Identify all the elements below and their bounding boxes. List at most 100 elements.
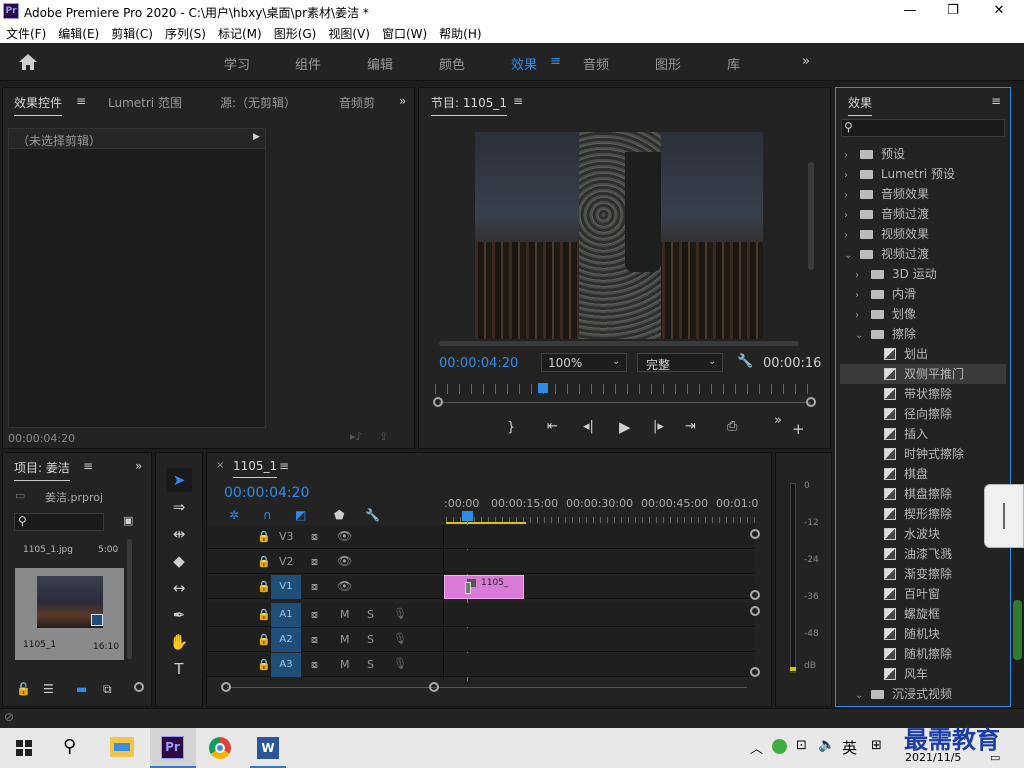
solo-button[interactable]: S xyxy=(367,658,374,671)
minimize-icon[interactable]: — xyxy=(895,3,925,18)
project-search-input[interactable]: ⚲ xyxy=(14,513,104,531)
step-forward-icon[interactable]: |▸ xyxy=(653,419,664,434)
program-zoom-handle-left[interactable] xyxy=(433,397,443,407)
menu-file[interactable]: 文件(F) xyxy=(0,23,52,44)
tab-lumetri-scopes[interactable]: Lumetri 范围 xyxy=(108,94,182,111)
tray-app-icon[interactable] xyxy=(772,739,787,754)
program-scrollbar[interactable] xyxy=(808,162,814,270)
effect-item[interactable]: 双侧平推门 xyxy=(840,364,1006,384)
step-back-icon[interactable]: ◂| xyxy=(583,419,594,434)
effect-item[interactable]: 螺旋框 xyxy=(840,604,1006,624)
chevron-right-icon[interactable]: › xyxy=(855,266,865,286)
chevron-down-icon[interactable]: ⌄ xyxy=(855,686,865,704)
type-tool-icon[interactable]: T xyxy=(166,657,192,681)
video-clip-1105[interactable]: 1105_ xyxy=(444,575,524,599)
effect-item[interactable]: › 音频效果 xyxy=(840,184,1006,204)
linked-selection-icon[interactable]: ∩ xyxy=(263,508,272,522)
workspace-menu-icon[interactable]: ≡ xyxy=(550,54,561,69)
track-v1-target[interactable]: V1 xyxy=(271,575,301,599)
effect-item[interactable]: 油漆飞溅 xyxy=(840,544,1006,564)
effect-item[interactable]: › 视频效果 xyxy=(840,224,1006,244)
quality-select[interactable]: 完整 ⌄ xyxy=(637,353,723,372)
effect-item[interactable]: › 音频过渡 xyxy=(840,204,1006,224)
razor-tool-icon[interactable]: ◆ xyxy=(166,549,192,573)
effect-item[interactable]: › 内滑 xyxy=(840,284,1006,304)
zoom-slider-handle[interactable] xyxy=(134,682,144,692)
volume-icon[interactable]: 🔈 xyxy=(818,737,835,753)
panel-menu-icon[interactable]: ≡ xyxy=(76,94,86,108)
project-scrollbar[interactable] xyxy=(127,539,132,659)
sequence-tab[interactable]: 1105_1 xyxy=(233,459,278,478)
search-icon[interactable]: ⚲ xyxy=(63,736,76,757)
effect-item[interactable]: 水波块 xyxy=(840,524,1006,544)
go-to-in-icon[interactable]: ⇤ xyxy=(547,419,558,434)
more-workspaces-icon[interactable]: » xyxy=(802,54,810,69)
menu-graphics[interactable]: 图形(G) xyxy=(268,23,323,44)
workspace-editing[interactable]: 编辑 xyxy=(367,54,393,73)
tab-source[interactable]: 源:（无剪辑） xyxy=(220,94,296,111)
network-icon[interactable]: ⊡ xyxy=(796,738,807,753)
mark-out-icon[interactable]: } xyxy=(507,420,515,435)
effect-item[interactable]: › 3D 运动 xyxy=(840,264,1006,284)
floating-widget[interactable] xyxy=(984,484,1024,548)
effect-item[interactable]: 楔形擦除 xyxy=(840,504,1006,524)
pen-tool-icon[interactable]: ✒ xyxy=(166,603,192,627)
effect-item[interactable]: 棋盘 xyxy=(840,464,1006,484)
v-zoom-handle-mid[interactable] xyxy=(750,590,760,600)
menu-clip[interactable]: 剪辑(C) xyxy=(105,23,159,44)
new-bin-icon[interactable]: ▣ xyxy=(123,514,133,527)
track-select-tool-icon[interactable]: ⇒ xyxy=(166,495,192,519)
effect-item[interactable]: ⌄ 沉浸式视频 xyxy=(840,684,1006,704)
chevron-down-icon[interactable]: ⌄ xyxy=(844,246,854,266)
effect-item[interactable]: › Lumetri 预设 xyxy=(840,164,1006,184)
notification-icon[interactable]: ▭ xyxy=(990,751,1000,764)
chevron-right-icon[interactable]: › xyxy=(855,306,865,326)
workspace-learn[interactable]: 学习 xyxy=(224,54,250,73)
play-icon[interactable]: ▶ xyxy=(619,418,631,436)
home-icon[interactable] xyxy=(18,53,38,71)
timeline-timecode[interactable]: 00:00:04:20 xyxy=(224,485,309,501)
effect-item[interactable]: 随机擦除 xyxy=(840,644,1006,664)
a-zoom-handle-top[interactable] xyxy=(750,606,760,616)
solo-button[interactable]: S xyxy=(367,633,374,646)
program-playhead[interactable] xyxy=(538,383,548,393)
effects-search-input[interactable]: ⚲ xyxy=(841,119,1005,137)
more-tabs-icon[interactable]: » xyxy=(399,94,406,108)
program-video-frame[interactable] xyxy=(475,132,763,339)
export-frame-icon[interactable]: ⎙ xyxy=(727,419,737,434)
selection-tool-icon[interactable]: ➤ xyxy=(166,468,192,492)
list-view-icon[interactable]: ☰ xyxy=(43,682,54,696)
track-a1-target[interactable]: A1 xyxy=(271,603,301,627)
chevron-right-icon[interactable]: › xyxy=(844,226,854,246)
sequence-thumbnail[interactable]: 1105_1 16:10 xyxy=(15,568,124,660)
marker-icon[interactable]: ⬟ xyxy=(334,508,344,522)
ime-language[interactable]: 英 xyxy=(842,737,857,758)
ime-keyboard-icon[interactable]: ⊞ xyxy=(871,738,882,753)
slip-tool-icon[interactable]: ↔ xyxy=(166,576,192,600)
solo-button[interactable]: S xyxy=(367,608,374,621)
tab-audio-clip-mixer[interactable]: 音频剪 xyxy=(339,94,375,111)
effect-item[interactable]: ⌄ 擦除 xyxy=(840,324,1006,344)
menu-help[interactable]: 帮助(H) xyxy=(433,23,487,44)
close-icon[interactable]: ✕ xyxy=(984,3,1014,18)
premiere-taskbar-button[interactable]: Pr xyxy=(150,728,196,768)
h-zoom-handle-left[interactable] xyxy=(221,682,231,692)
effect-item[interactable]: › 划像 xyxy=(840,304,1006,324)
chevron-down-icon[interactable]: ⌄ xyxy=(855,326,865,346)
hand-tool-icon[interactable]: ✋ xyxy=(166,630,192,654)
menu-window[interactable]: 窗口(W) xyxy=(376,23,433,44)
more-tabs-icon[interactable]: » xyxy=(135,459,142,473)
go-to-out-icon[interactable]: ⇥ xyxy=(685,419,696,434)
chevron-right-icon[interactable]: › xyxy=(844,166,854,186)
menu-sequence[interactable]: 序列(S) xyxy=(159,23,212,44)
word-icon[interactable]: W xyxy=(257,737,279,759)
button-editor-icon[interactable]: + xyxy=(792,420,805,438)
panel-menu-icon[interactable]: ≡ xyxy=(991,94,1001,108)
effect-item[interactable]: › 预设 xyxy=(840,144,1006,164)
tray-chevron-icon[interactable]: ︿ xyxy=(750,738,763,757)
effect-item[interactable]: 时钟式擦除 xyxy=(840,444,1006,464)
effect-item[interactable]: 划出 xyxy=(840,344,1006,364)
workspace-effects[interactable]: 效果 xyxy=(511,54,537,73)
timeline-ruler[interactable]: :00:00 00:00:15:00 00:00:30:00 00:00:45:… xyxy=(444,495,758,525)
zoom-select[interactable]: 100% ⌄ xyxy=(541,353,627,372)
